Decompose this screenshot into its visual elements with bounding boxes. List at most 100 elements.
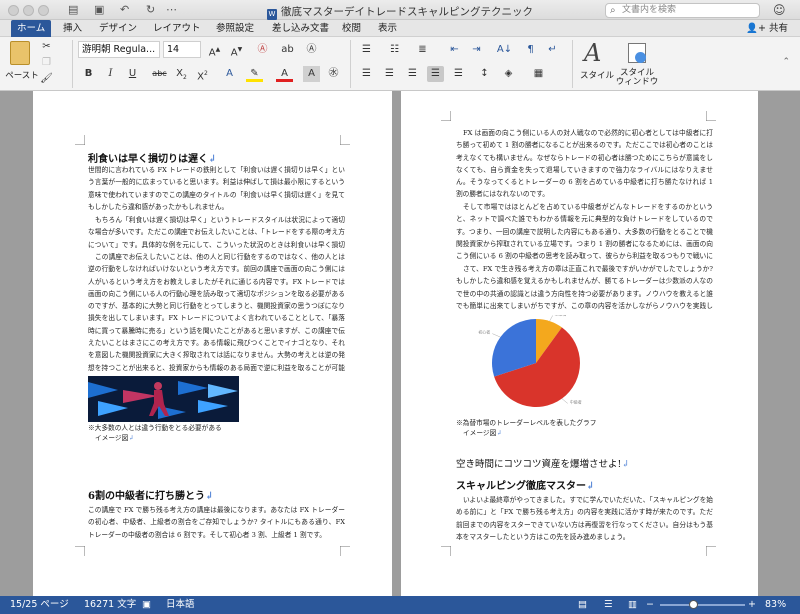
justify-icon[interactable]: ☰ xyxy=(427,66,444,82)
web-layout-icon[interactable]: ▥ xyxy=(628,596,637,614)
numbering-icon[interactable]: ☷ xyxy=(386,42,403,58)
styles-pane-icon[interactable] xyxy=(628,43,646,63)
outline-view-icon[interactable]: ☰ xyxy=(604,596,613,614)
runner-illustration xyxy=(88,376,239,422)
bullets-icon[interactable]: ☰ xyxy=(358,42,375,58)
proofing-icon[interactable]: ▣ xyxy=(142,596,151,614)
ruby-icon[interactable]: ab xyxy=(279,42,296,58)
tab-insert[interactable]: 挿入 xyxy=(57,20,88,37)
enclose-char-icon[interactable]: Ⓐ xyxy=(303,42,320,58)
underline-icon[interactable]: U xyxy=(124,66,141,82)
share-button[interactable]: 👤+ 共有 xyxy=(746,20,788,37)
add-person-icon: 👤+ xyxy=(746,23,769,34)
zoom-slider-thumb[interactable] xyxy=(689,600,699,609)
page-count[interactable]: 15/25 ページ xyxy=(10,596,69,614)
tab-mailings[interactable]: 差し込み文書 xyxy=(266,20,335,37)
ribbon-tabs: ホーム 挿入 デザイン レイアウト 参照設定 差し込み文書 校閲 表示 👤+ 共… xyxy=(0,20,800,37)
italic-icon[interactable]: I xyxy=(102,66,119,82)
crop-mark xyxy=(75,135,85,145)
status-bar: 15/25 ページ 16271 文字 ▣ 日本語 ▤ ☰ ▥ − + 83% xyxy=(0,596,800,614)
pilcrow-icon[interactable]: ¶ xyxy=(522,42,539,58)
distributed-icon[interactable]: ☰ xyxy=(450,66,467,82)
subscript-icon[interactable]: X2 xyxy=(173,66,190,82)
styles-pane-label-line2: ウィンドウ xyxy=(615,77,659,87)
tab-home[interactable]: ホーム xyxy=(11,20,52,37)
paragraph: いよいよ最終章がやってきました。すでに学んでいただいた、「スキャルピングを始める… xyxy=(456,496,713,541)
decrease-indent-icon[interactable]: ⇤ xyxy=(446,42,463,58)
tab-review[interactable]: 校閲 xyxy=(336,20,367,37)
align-right-icon[interactable]: ☰ xyxy=(404,66,421,82)
window-title: 徹底マスターデイトレードスキャルピングテクニック xyxy=(281,6,533,18)
bold-icon[interactable]: B xyxy=(80,66,97,82)
highlight-icon[interactable]: ✎ xyxy=(246,66,263,82)
font-name-value: 游明朝 Regula... xyxy=(82,44,156,55)
multilevel-list-icon[interactable]: ≣ xyxy=(414,42,431,58)
grow-font-icon[interactable]: A▲ xyxy=(206,42,223,58)
styles-pane-label: スタイル ウィンドウ xyxy=(614,69,660,87)
image-caption: ※大多数の人とは違う行動をとる必要がある xyxy=(88,424,222,432)
crop-mark xyxy=(340,546,350,556)
page-right[interactable]: FX は画面の向こう側にいる人の対人戦なので必然的に初心者としては中級者に打ち勝… xyxy=(401,91,758,596)
tab-references[interactable]: 参照設定 xyxy=(210,20,260,37)
crop-mark xyxy=(340,135,350,145)
pie-leader-line xyxy=(549,315,553,322)
ribbon: ペースト ✂ ❐ 🖌 游明朝 Regula... 14 A▲ A▼ Ⓐ ab Ⓐ… xyxy=(0,37,800,91)
heading-early-profit: 利食いは早く損切りは遅く↲ xyxy=(88,154,217,165)
title-bar: ▤ ▣ ↶ ↻ ⋯ W 徹底マスターデイトレードスキャルピングテクニック ⌕ 文書内… xyxy=(0,0,800,20)
strikethrough-icon[interactable]: abc xyxy=(151,66,168,82)
zoom-level[interactable]: 83% xyxy=(765,596,786,614)
crop-mark xyxy=(706,546,716,556)
crop-mark xyxy=(706,111,716,121)
zoom-slider[interactable] xyxy=(660,600,745,609)
clear-format-icon[interactable]: Ⓐ xyxy=(254,42,271,58)
tab-design[interactable]: デザイン xyxy=(93,20,143,37)
paragraph: もちろん「利食いは遅く損切は早く」というトレードスタイルは状況によって適切な場合… xyxy=(88,216,345,249)
align-center-icon[interactable]: ☰ xyxy=(381,66,398,82)
increase-indent-icon[interactable]: ⇥ xyxy=(468,42,485,58)
document-workspace[interactable]: 利食いは早く損切りは遅く↲ 世間的に言われている FX トレードの鉄則として「利… xyxy=(0,91,800,596)
char-shading-icon[interactable]: A xyxy=(303,66,320,82)
font-size-select[interactable]: 14 xyxy=(163,41,201,58)
text-direction-icon[interactable]: ↵ xyxy=(544,42,561,58)
enclosed-char-icon[interactable]: ㊌ xyxy=(325,66,342,82)
borders-icon[interactable]: ▦ xyxy=(530,66,547,82)
shrink-font-icon[interactable]: A▼ xyxy=(228,42,245,58)
tab-view[interactable]: 表示 xyxy=(372,20,403,37)
shading-icon[interactable]: ◈ xyxy=(500,66,517,82)
search-placeholder: 文書内を検索 xyxy=(622,5,677,15)
paste-label: ペースト xyxy=(5,71,39,81)
crop-mark xyxy=(441,546,451,556)
paragraph: FX は画面の向こう側にいる人の対人戦なので必然的に初心者としては中級者に打ち勝… xyxy=(456,129,713,199)
zoom-out-icon[interactable]: − xyxy=(646,596,654,614)
superscript-icon[interactable]: X2 xyxy=(194,66,211,82)
text-effects-icon[interactable]: A xyxy=(221,66,238,82)
chart-caption: イメージ図↲ xyxy=(463,429,502,437)
pie-leader-line xyxy=(492,333,501,338)
format-painter-icon[interactable]: 🖌 xyxy=(38,71,55,87)
print-layout-icon[interactable]: ▤ xyxy=(578,596,587,614)
language[interactable]: 日本語 xyxy=(166,596,195,614)
paragraph: さて、FX で生き残る考え方の章は正直これで最後ですがいかがでしたでしょうか?も… xyxy=(456,265,713,310)
zoom-in-icon[interactable]: + xyxy=(748,596,756,614)
paragraph: この講座で FX で勝ち残る考え方の講座は最後になります。あなたは FX トレー… xyxy=(88,506,345,539)
styles-icon[interactable]: A xyxy=(584,39,601,67)
tab-layout[interactable]: レイアウト xyxy=(147,20,207,37)
caption-text: イメージ図 xyxy=(463,429,497,437)
crop-mark xyxy=(75,546,85,556)
sort-icon[interactable]: A↓ xyxy=(496,42,513,58)
collapse-ribbon-icon[interactable]: ⌃ xyxy=(782,57,790,67)
line-spacing-icon[interactable]: ↕ xyxy=(476,66,493,82)
font-color-icon[interactable]: A xyxy=(276,66,293,82)
copy-icon[interactable]: ❐ xyxy=(38,55,55,71)
word-count[interactable]: 16271 文字 xyxy=(84,596,136,614)
paste-icon[interactable] xyxy=(10,41,30,65)
font-name-select[interactable]: 游明朝 Regula... xyxy=(78,41,160,58)
image-caption: イメージ図↲ xyxy=(95,434,134,442)
search-input[interactable]: ⌕ 文書内を検索 xyxy=(605,3,760,18)
crop-mark xyxy=(441,111,451,121)
account-icon[interactable]: ☺ xyxy=(773,3,786,17)
cut-icon[interactable]: ✂ xyxy=(38,39,55,55)
heading-text: スキャルピング徹底マスター xyxy=(456,481,586,492)
align-left-icon[interactable]: ☰ xyxy=(358,66,375,82)
page-left[interactable]: 利食いは早く損切りは遅く↲ 世間的に言われている FX トレードの鉄則として「利… xyxy=(33,91,392,596)
